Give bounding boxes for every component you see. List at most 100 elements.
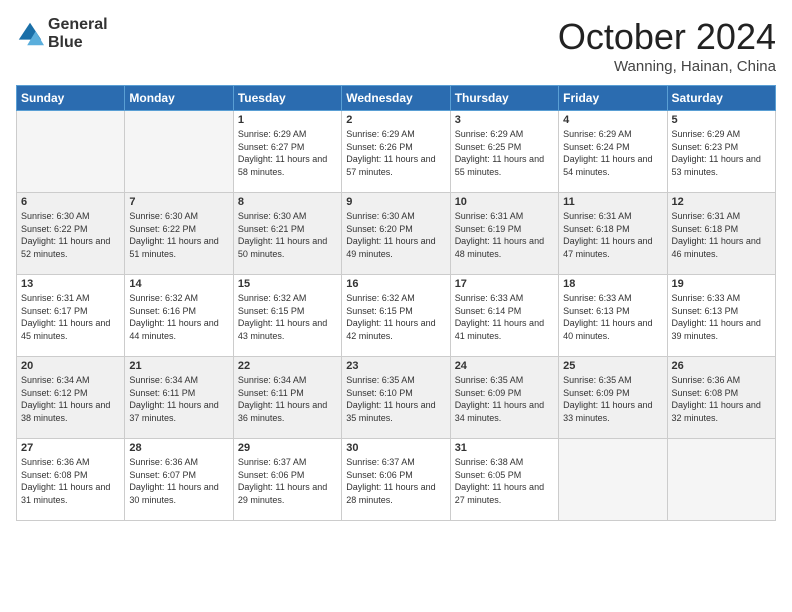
day-number: 8 (238, 196, 337, 208)
day-info: Sunrise: 6:34 AM Sunset: 6:11 PM Dayligh… (129, 374, 228, 424)
day-info: Sunrise: 6:29 AM Sunset: 6:25 PM Dayligh… (455, 128, 554, 178)
day-info: Sunrise: 6:32 AM Sunset: 6:16 PM Dayligh… (129, 292, 228, 342)
logo: General Blue (16, 16, 108, 51)
day-info: Sunrise: 6:31 AM Sunset: 6:17 PM Dayligh… (21, 292, 120, 342)
day-number: 30 (346, 442, 445, 454)
calendar-cell: 5 Sunrise: 6:29 AM Sunset: 6:23 PM Daylig… (667, 111, 775, 193)
calendar-cell: 19 Sunrise: 6:33 AM Sunset: 6:13 PM Dayli… (667, 275, 775, 357)
day-number: 3 (455, 114, 554, 126)
day-number: 31 (455, 442, 554, 454)
calendar-week-row: 27 Sunrise: 6:36 AM Sunset: 6:08 PM Dayli… (17, 439, 776, 521)
calendar-week-row: 1 Sunrise: 6:29 AM Sunset: 6:27 PM Daylig… (17, 111, 776, 193)
calendar-header-row: SundayMondayTuesdayWednesdayThursdayFrid… (17, 86, 776, 111)
day-info: Sunrise: 6:35 AM Sunset: 6:09 PM Dayligh… (455, 374, 554, 424)
location-subtitle: Wanning, Hainan, China (558, 58, 776, 75)
calendar-cell: 2 Sunrise: 6:29 AM Sunset: 6:26 PM Daylig… (342, 111, 450, 193)
title-block: October 2024 Wanning, Hainan, China (558, 16, 776, 75)
calendar-cell (667, 439, 775, 521)
day-info: Sunrise: 6:34 AM Sunset: 6:11 PM Dayligh… (238, 374, 337, 424)
calendar-cell: 15 Sunrise: 6:32 AM Sunset: 6:15 PM Dayli… (233, 275, 341, 357)
day-number: 18 (563, 278, 662, 290)
calendar-week-row: 6 Sunrise: 6:30 AM Sunset: 6:22 PM Daylig… (17, 193, 776, 275)
calendar-cell: 9 Sunrise: 6:30 AM Sunset: 6:20 PM Daylig… (342, 193, 450, 275)
calendar-cell: 3 Sunrise: 6:29 AM Sunset: 6:25 PM Daylig… (450, 111, 558, 193)
day-info: Sunrise: 6:31 AM Sunset: 6:18 PM Dayligh… (672, 210, 771, 260)
day-number: 21 (129, 360, 228, 372)
logo-line2: Blue (48, 34, 108, 52)
calendar-cell: 20Sunrise: 6:34 AM Sunset: 6:12 PM Dayli… (17, 357, 125, 439)
day-number: 7 (129, 196, 228, 208)
day-info: Sunrise: 6:30 AM Sunset: 6:21 PM Dayligh… (238, 210, 337, 260)
day-number: 14 (129, 278, 228, 290)
day-info: Sunrise: 6:36 AM Sunset: 6:08 PM Dayligh… (21, 456, 120, 506)
day-info: Sunrise: 6:29 AM Sunset: 6:26 PM Dayligh… (346, 128, 445, 178)
calendar-header-friday: Friday (559, 86, 667, 111)
day-info: Sunrise: 6:29 AM Sunset: 6:23 PM Dayligh… (672, 128, 771, 178)
day-info: Sunrise: 6:34 AM Sunset: 6:12 PM Dayligh… (21, 374, 120, 424)
header: General Blue October 2024 Wanning, Haina… (16, 16, 776, 75)
calendar-cell: 25Sunrise: 6:35 AM Sunset: 6:09 PM Dayli… (559, 357, 667, 439)
calendar-cell (17, 111, 125, 193)
logo-text: General Blue (48, 16, 108, 51)
day-number: 5 (672, 114, 771, 126)
day-number: 19 (672, 278, 771, 290)
calendar-cell: 16 Sunrise: 6:32 AM Sunset: 6:15 PM Dayli… (342, 275, 450, 357)
day-info: Sunrise: 6:32 AM Sunset: 6:15 PM Dayligh… (238, 292, 337, 342)
page: General Blue October 2024 Wanning, Haina… (0, 0, 792, 612)
calendar-cell (125, 111, 233, 193)
logo-line1: General (48, 16, 108, 34)
day-info: Sunrise: 6:29 AM Sunset: 6:27 PM Dayligh… (238, 128, 337, 178)
logo-icon (16, 20, 44, 48)
day-info: Sunrise: 6:35 AM Sunset: 6:09 PM Dayligh… (563, 374, 662, 424)
calendar-cell (559, 439, 667, 521)
day-info: Sunrise: 6:35 AM Sunset: 6:10 PM Dayligh… (346, 374, 445, 424)
day-number: 16 (346, 278, 445, 290)
day-number: 2 (346, 114, 445, 126)
calendar-cell: 21 Sunrise: 6:34 AM Sunset: 6:11 PM Dayli… (125, 357, 233, 439)
calendar-cell: 1 Sunrise: 6:29 AM Sunset: 6:27 PM Daylig… (233, 111, 341, 193)
calendar-cell: 7Sunrise: 6:30 AM Sunset: 6:22 PM Daylig… (125, 193, 233, 275)
day-info: Sunrise: 6:29 AM Sunset: 6:24 PM Dayligh… (563, 128, 662, 178)
calendar-week-row: 20Sunrise: 6:34 AM Sunset: 6:12 PM Dayli… (17, 357, 776, 439)
day-number: 1 (238, 114, 337, 126)
calendar-cell: 30 Sunrise: 6:37 AM Sunset: 6:06 PM Dayli… (342, 439, 450, 521)
day-info: Sunrise: 6:30 AM Sunset: 6:22 PM Dayligh… (21, 210, 120, 260)
calendar-cell: 27 Sunrise: 6:36 AM Sunset: 6:08 PM Dayli… (17, 439, 125, 521)
calendar-cell: 26Sunrise: 6:36 AM Sunset: 6:08 PM Dayli… (667, 357, 775, 439)
calendar-week-row: 13 Sunrise: 6:31 AM Sunset: 6:17 PM Dayli… (17, 275, 776, 357)
day-number: 26 (672, 360, 771, 372)
calendar-cell: 24 Sunrise: 6:35 AM Sunset: 6:09 PM Dayli… (450, 357, 558, 439)
calendar-cell: 13 Sunrise: 6:31 AM Sunset: 6:17 PM Dayli… (17, 275, 125, 357)
calendar-header-thursday: Thursday (450, 86, 558, 111)
day-number: 9 (346, 196, 445, 208)
day-number: 6 (21, 196, 120, 208)
day-info: Sunrise: 6:32 AM Sunset: 6:15 PM Dayligh… (346, 292, 445, 342)
day-info: Sunrise: 6:37 AM Sunset: 6:06 PM Dayligh… (346, 456, 445, 506)
day-number: 27 (21, 442, 120, 454)
day-number: 17 (455, 278, 554, 290)
calendar-cell: 14 Sunrise: 6:32 AM Sunset: 6:16 PM Dayli… (125, 275, 233, 357)
day-info: Sunrise: 6:33 AM Sunset: 6:13 PM Dayligh… (563, 292, 662, 342)
day-info: Sunrise: 6:36 AM Sunset: 6:07 PM Dayligh… (129, 456, 228, 506)
calendar-cell: 17 Sunrise: 6:33 AM Sunset: 6:14 PM Dayli… (450, 275, 558, 357)
calendar-header-monday: Monday (125, 86, 233, 111)
day-number: 22 (238, 360, 337, 372)
day-info: Sunrise: 6:33 AM Sunset: 6:13 PM Dayligh… (672, 292, 771, 342)
calendar-cell: 6 Sunrise: 6:30 AM Sunset: 6:22 PM Daylig… (17, 193, 125, 275)
calendar-cell: 22 Sunrise: 6:34 AM Sunset: 6:11 PM Dayli… (233, 357, 341, 439)
day-info: Sunrise: 6:38 AM Sunset: 6:05 PM Dayligh… (455, 456, 554, 506)
calendar-table: SundayMondayTuesdayWednesdayThursdayFrid… (16, 85, 776, 521)
calendar-cell: 11Sunrise: 6:31 AM Sunset: 6:18 PM Dayli… (559, 193, 667, 275)
day-number: 29 (238, 442, 337, 454)
calendar-cell: 4Sunrise: 6:29 AM Sunset: 6:24 PM Daylig… (559, 111, 667, 193)
day-info: Sunrise: 6:30 AM Sunset: 6:20 PM Dayligh… (346, 210, 445, 260)
day-info: Sunrise: 6:33 AM Sunset: 6:14 PM Dayligh… (455, 292, 554, 342)
day-number: 13 (21, 278, 120, 290)
day-number: 10 (455, 196, 554, 208)
calendar-cell: 12Sunrise: 6:31 AM Sunset: 6:18 PM Dayli… (667, 193, 775, 275)
day-number: 15 (238, 278, 337, 290)
calendar-header-saturday: Saturday (667, 86, 775, 111)
day-number: 24 (455, 360, 554, 372)
calendar-cell: 23 Sunrise: 6:35 AM Sunset: 6:10 PM Dayli… (342, 357, 450, 439)
day-number: 23 (346, 360, 445, 372)
